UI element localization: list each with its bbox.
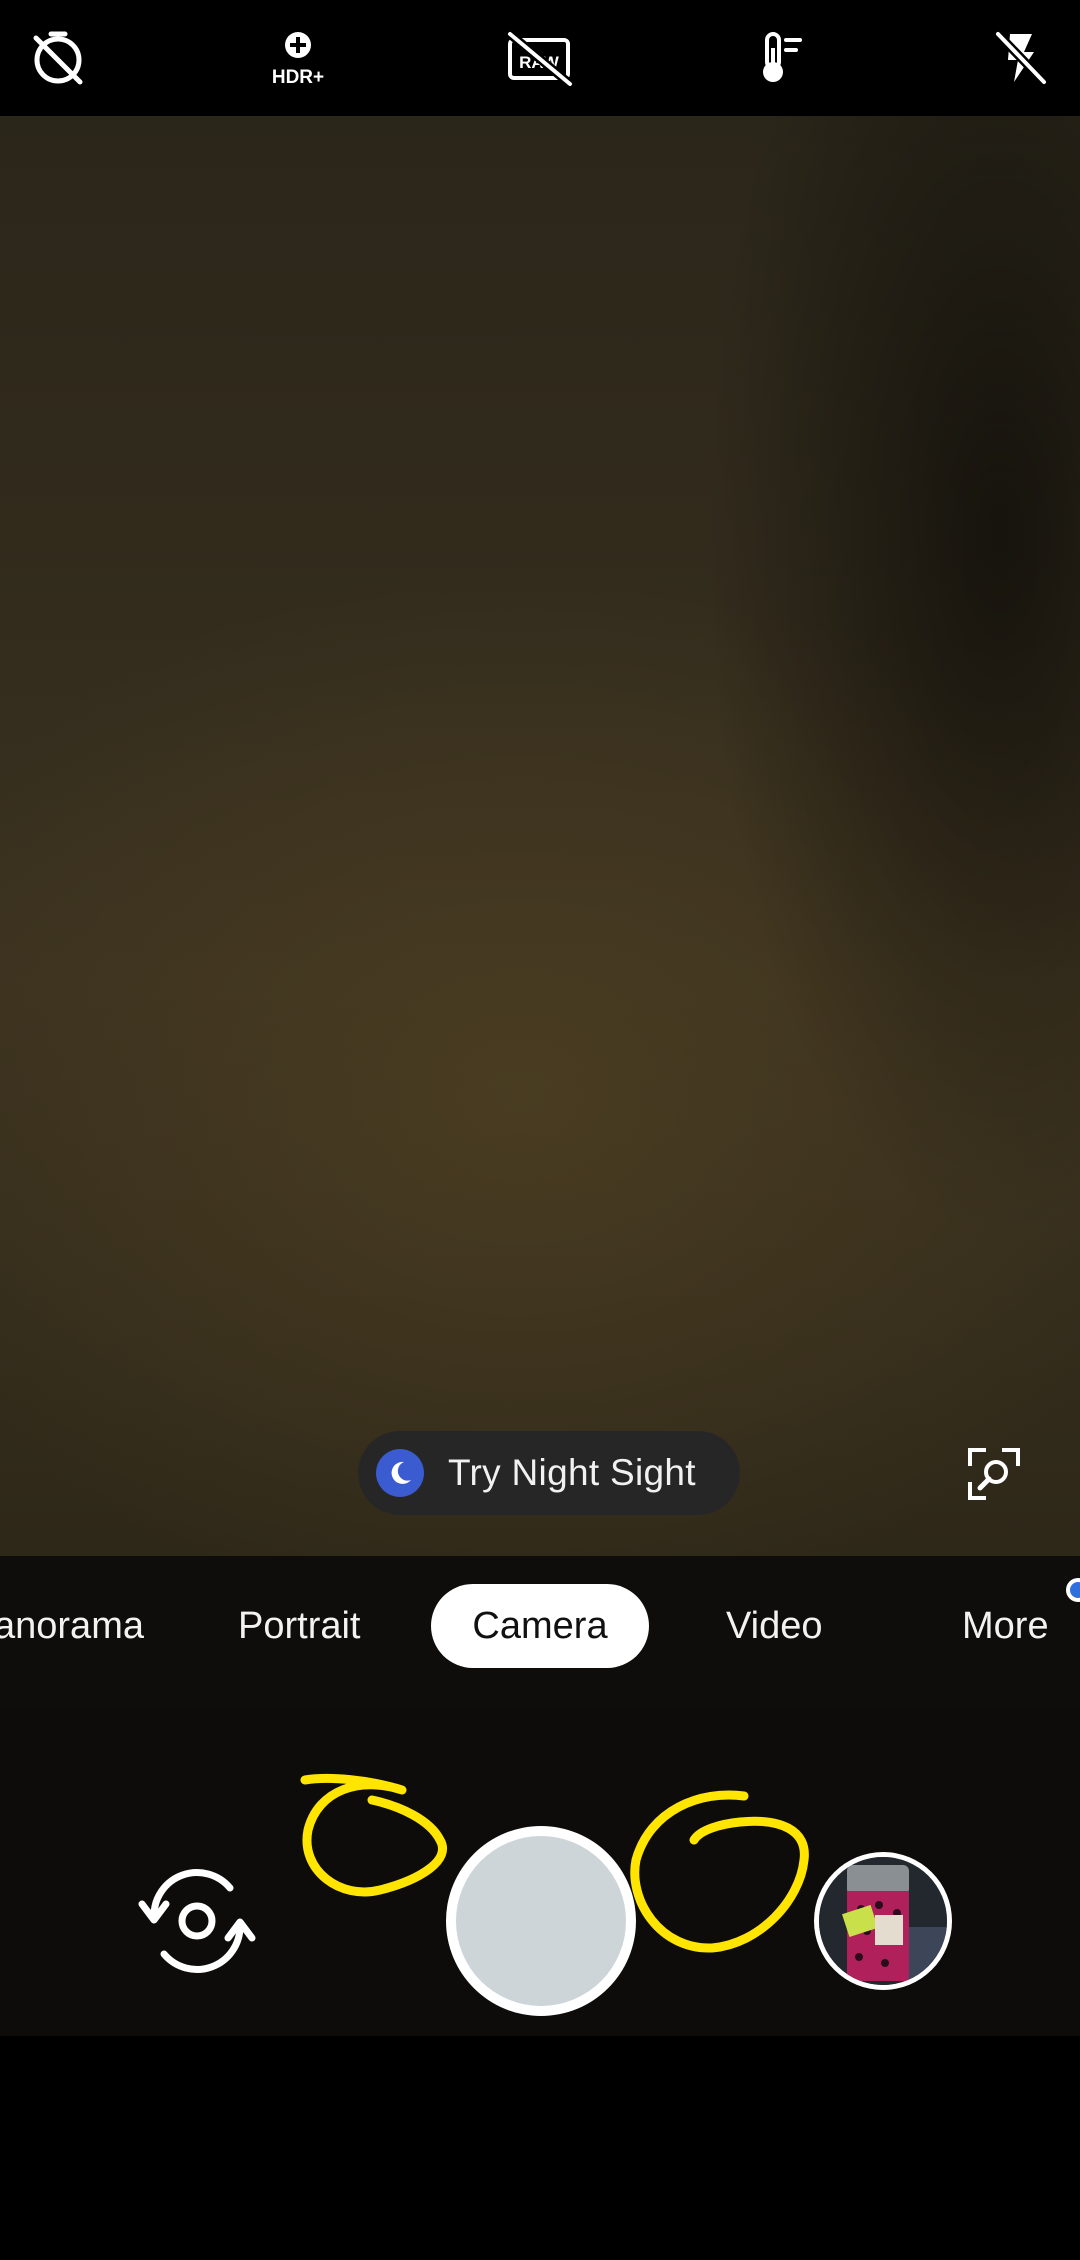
mode-selector: anorama Portrait Camera Video More [0,1556,1080,1706]
timer-off-icon [33,31,83,85]
camera-screen: HDR+ RAW [0,0,1080,2260]
timer-button[interactable] [14,14,102,102]
lens-button[interactable] [956,1436,1032,1512]
gallery-thumbnail[interactable] [814,1852,952,1990]
top-toolbar: HDR+ RAW [0,0,1080,116]
mode-camera[interactable]: Camera [431,1584,649,1668]
white-balance-button[interactable] [736,14,824,102]
raw-off-icon: RAW [507,30,573,88]
shutter-core [456,1836,626,2006]
switch-camera-icon [138,1869,256,1973]
flash-button[interactable] [976,14,1064,102]
raw-button[interactable]: RAW [496,14,584,102]
svg-text:HDR+: HDR+ [272,67,324,88]
mode-more[interactable]: More [962,1584,1049,1668]
flash-off-icon [994,30,1048,86]
viewfinder[interactable] [0,116,1080,1556]
mode-panorama[interactable]: anorama [0,1584,144,1668]
switch-camera-button[interactable] [132,1856,262,1986]
hdr-plus-icon: HDR+ [272,32,324,88]
hdr-button[interactable]: HDR+ [254,14,342,102]
try-night-sight-chip[interactable]: Try Night Sight [358,1431,740,1515]
shutter-button[interactable] [446,1826,636,2016]
night-sight-label: Try Night Sight [448,1452,696,1493]
bottom-area [0,2036,1080,2260]
mode-video[interactable]: Video [726,1584,823,1668]
white-balance-icon [763,32,802,82]
moon-icon [376,1449,424,1497]
last-photo-image [819,1857,947,1985]
search-zoom-icon [968,1448,1020,1500]
mode-portrait[interactable]: Portrait [238,1584,360,1668]
